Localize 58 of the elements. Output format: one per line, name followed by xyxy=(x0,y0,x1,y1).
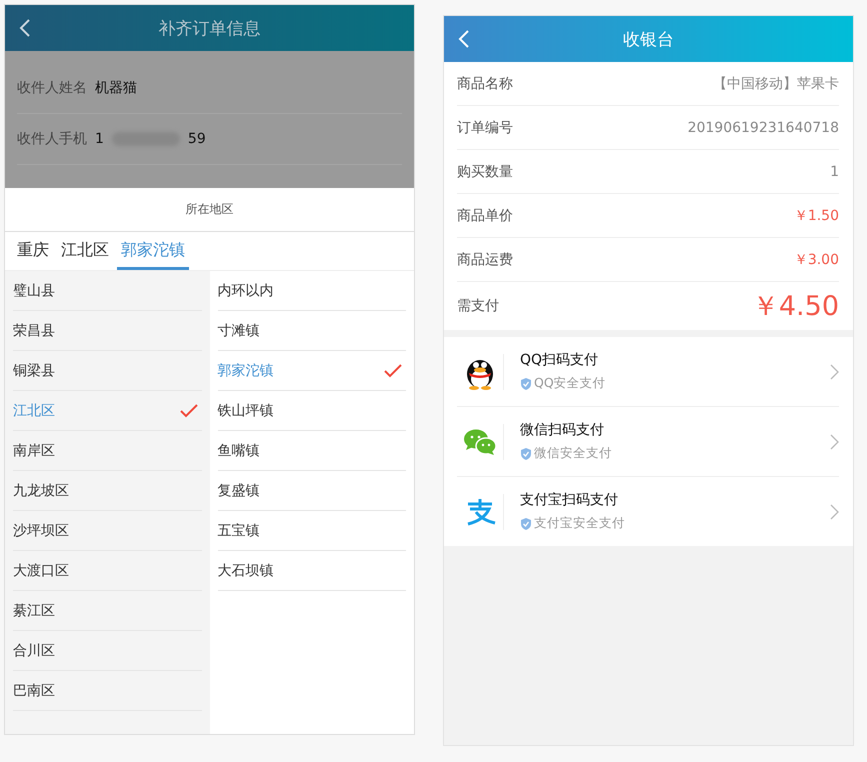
town-item[interactable]: 铁山坪镇 xyxy=(218,391,406,431)
payment-note: 支付宝安全支付 xyxy=(534,515,625,532)
info-value: 【中国移动】苹果卡 xyxy=(713,74,839,92)
field-value: 机器猫 xyxy=(95,79,137,97)
info-value: ￥4.50 xyxy=(752,290,839,324)
info-label: 需支付 xyxy=(457,297,499,315)
payment-name: 微信扫码支付 xyxy=(520,421,605,439)
page-title: 补齐订单信息 xyxy=(158,18,260,40)
town-item[interactable]: 内环以内 xyxy=(218,271,406,311)
info-value: ￥3.00 xyxy=(794,250,839,268)
info-value: ￥1.50 xyxy=(794,206,839,224)
town-item[interactable]: 大石坝镇 xyxy=(218,551,406,591)
district-item[interactable]: 合川区 xyxy=(13,631,202,671)
district-item[interactable]: 荣昌县 xyxy=(13,311,202,351)
region-tab[interactable]: 江北区 xyxy=(57,240,113,270)
page-title: 收银台 xyxy=(623,28,674,50)
town-item[interactable]: 五宝镇 xyxy=(218,511,406,551)
district-item[interactable]: 大渡口区 xyxy=(13,551,202,591)
field-value: 59 xyxy=(188,131,206,147)
payment-option[interactable]: 支付宝扫码支付 支付宝安全支付 xyxy=(457,477,839,546)
payment-name: 支付宝扫码支付 xyxy=(520,491,619,509)
info-label: 购买数量 xyxy=(457,162,513,180)
shield-icon xyxy=(520,446,532,460)
info-value: 1 xyxy=(830,164,839,180)
chevron-right-icon xyxy=(830,504,839,520)
info-value: 20190619231640718 xyxy=(688,120,839,136)
town-item[interactable]: 复盛镇 xyxy=(218,471,406,511)
info-label: 商品运费 xyxy=(457,250,513,268)
field-value: 1 xyxy=(95,131,104,147)
back-icon[interactable] xyxy=(19,18,31,38)
info-label: 订单编号 xyxy=(457,118,513,136)
field-label: 收件人手机 xyxy=(17,130,87,148)
district-item[interactable]: 南岸区 xyxy=(13,431,202,471)
district-item[interactable]: 璧山县 xyxy=(13,271,202,311)
payment-note: QQ安全支付 xyxy=(534,375,606,392)
district-item[interactable]: 九龙坡区 xyxy=(13,471,202,511)
check-icon xyxy=(384,364,402,378)
region-tab[interactable]: 重庆 xyxy=(13,240,53,270)
payment-name: QQ扫码支付 xyxy=(520,351,600,369)
shield-icon xyxy=(520,516,532,530)
district-item[interactable]: 綦江区 xyxy=(13,591,202,631)
town-item[interactable]: 鱼嘴镇 xyxy=(218,431,406,471)
payment-note: 微信安全支付 xyxy=(534,445,612,462)
sheet-title: 所在地区 xyxy=(186,201,234,218)
payment-option[interactable]: QQ扫码支付 QQ安全支付 xyxy=(457,337,839,407)
district-item[interactable]: 巴南区 xyxy=(13,671,202,711)
district-item[interactable]: 铜梁县 xyxy=(13,351,202,391)
payment-option[interactable]: 微信扫码支付 微信安全支付 xyxy=(457,407,839,477)
field-label: 收件人姓名 xyxy=(17,79,87,97)
info-label: 商品名称 xyxy=(457,74,513,92)
check-icon xyxy=(180,404,198,418)
info-label: 商品单价 xyxy=(457,206,513,224)
chevron-right-icon xyxy=(830,434,839,450)
town-item[interactable]: 寸滩镇 xyxy=(218,311,406,351)
chat-bubbles-icon xyxy=(463,428,497,454)
chevron-right-icon xyxy=(830,364,839,380)
shield-icon xyxy=(520,376,532,390)
district-item[interactable]: 沙坪坝区 xyxy=(13,511,202,551)
